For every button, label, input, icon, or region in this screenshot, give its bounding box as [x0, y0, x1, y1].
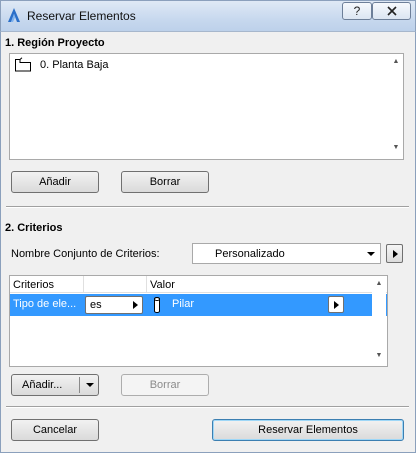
value-cell[interactable]: Pilar	[172, 298, 194, 310]
split-divider	[79, 377, 80, 393]
section-divider	[6, 206, 409, 208]
footer-divider	[6, 406, 409, 408]
table-row[interactable]: Tipo de ele... es Pilar	[10, 294, 387, 316]
region-add-button[interactable]: Añadir	[11, 171, 99, 193]
criteria-table[interactable]: Criterios Valor Tipo de ele... es Pilar …	[9, 275, 388, 367]
chevron-down-icon	[367, 252, 375, 256]
scroll-up-icon[interactable]: ▲	[389, 58, 403, 65]
list-item-label: 0. Planta Baja	[40, 59, 109, 71]
reserve-elements-button[interactable]: Reservar Elementos	[212, 419, 404, 441]
criteria-delete-button[interactable]: Borrar	[121, 374, 209, 396]
region-delete-button[interactable]: Borrar	[121, 171, 209, 193]
column-icon	[154, 297, 160, 313]
criteria-set-name-label: Nombre Conjunto de Criterios:	[11, 248, 160, 260]
column-header-criteria: Criterios	[13, 279, 54, 291]
scroll-down-icon[interactable]: ▼	[372, 352, 386, 359]
column-separator	[83, 276, 84, 293]
column-separator	[146, 276, 147, 293]
operator-value: es	[90, 299, 102, 311]
help-button[interactable]: ?	[342, 2, 372, 20]
criteria-set-dropdown[interactable]: Personalizado	[192, 243, 381, 264]
close-icon	[386, 6, 397, 16]
criterion-cell[interactable]: Tipo de ele...	[13, 298, 76, 310]
operator-dropdown[interactable]: es	[85, 296, 143, 314]
archicad-app-icon	[8, 8, 20, 22]
criteria-table-scrollbar[interactable]: ▲ ▼	[372, 276, 386, 366]
title-bar[interactable]: Reservar Elementos ?	[0, 0, 416, 32]
chevron-down-icon[interactable]	[86, 383, 94, 387]
column-header-value: Valor	[150, 279, 175, 291]
close-button[interactable]	[372, 2, 411, 20]
value-menu-button[interactable]	[328, 296, 344, 313]
criteria-set-menu-button[interactable]	[386, 244, 403, 263]
table-header: Criterios Valor	[10, 276, 387, 293]
criteria-set-value: Personalizado	[215, 248, 285, 260]
arrow-right-icon	[334, 301, 339, 309]
cancel-button[interactable]: Cancelar	[11, 419, 99, 441]
list-item[interactable]: 0. Planta Baja	[14, 57, 386, 73]
region-list-scrollbar[interactable]: ▲ ▼	[389, 54, 403, 159]
arrow-right-icon	[133, 301, 138, 309]
arrow-right-icon	[393, 250, 398, 258]
floor-plan-icon	[15, 57, 31, 72]
criteria-add-label[interactable]: Añadir...	[22, 375, 62, 395]
section-criteria-title: 2. Criterios	[5, 222, 63, 234]
window-title: Reservar Elementos	[27, 9, 136, 23]
scroll-down-icon[interactable]: ▼	[389, 144, 403, 151]
region-list[interactable]: 0. Planta Baja ▲ ▼	[9, 53, 404, 160]
criteria-add-split-button[interactable]: Añadir...	[11, 374, 99, 396]
section-region-title: 1. Región Proyecto	[5, 37, 105, 49]
scroll-up-icon[interactable]: ▲	[372, 280, 386, 287]
